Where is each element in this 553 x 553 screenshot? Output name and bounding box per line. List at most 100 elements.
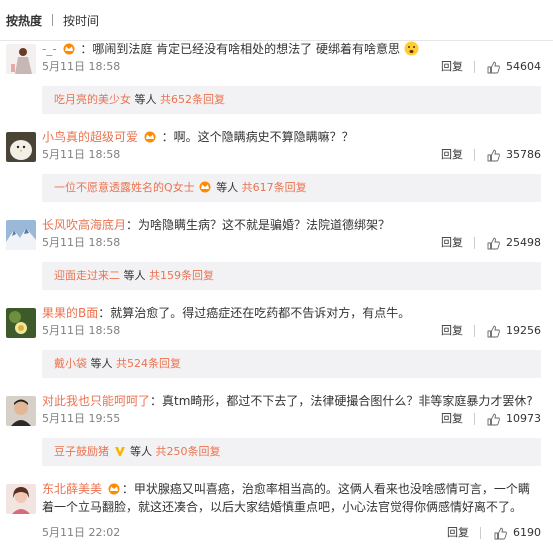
reply-user[interactable]: 吃月亮的美少女 [54, 93, 131, 106]
sort-by-time-tab[interactable]: 按时间 [63, 12, 99, 29]
comment-meta: 5月11日 18:58 回复 19256 [42, 322, 541, 340]
reply-count-link[interactable]: 共159条回复 [149, 269, 214, 282]
like-button[interactable]: 35786 [487, 146, 541, 164]
timestamp: 5月11日 22:02 [42, 526, 121, 539]
v-badge-icon [114, 440, 126, 456]
divider [474, 413, 475, 425]
emoji-icon [404, 41, 419, 56]
divider [474, 325, 475, 337]
like-count: 35786 [506, 148, 541, 161]
reply-mid-text: 等人 [126, 445, 156, 458]
like-count: 54604 [506, 60, 541, 73]
username[interactable]: -_- [42, 42, 57, 56]
avatar[interactable] [6, 44, 36, 74]
divider [474, 61, 475, 73]
comment-text-line: 东北薛美美 ：甲状腺癌又叫喜癌，治愈率相当高的。这俩人看来也没啥感情可言，一个瞒… [42, 480, 539, 516]
thumbs-up-icon [487, 237, 500, 249]
comment-item: 果果的B面：就算治愈了。得过癌症还在吃药都不告诉对方，有点牛。 5月11日 18… [0, 304, 553, 392]
like-button[interactable]: 19256 [487, 322, 541, 340]
comment-meta: 5月11日 18:58 回复 35786 [42, 146, 541, 164]
avatar[interactable] [6, 308, 36, 338]
username[interactable]: 小鸟真的超级可爱 [42, 130, 138, 144]
comment-text-line: 果果的B面：就算治愈了。得过癌症还在吃药都不告诉对方，有点牛。 [42, 304, 545, 322]
reply-button[interactable]: 回复 [441, 58, 463, 76]
divider [480, 527, 481, 539]
comment-meta: 5月11日 19:55 回复 10973 [42, 410, 541, 428]
reply-button[interactable]: 回复 [441, 146, 463, 164]
like-count: 6190 [513, 526, 541, 539]
reply-mid-text: 等人 [131, 93, 160, 106]
timestamp: 5月11日 18:58 [42, 324, 121, 337]
comment-item: 对此我也只能呵呵了：真tm畸形，都过不下去了，法律硬撮合图什么？非等家庭暴力才罢… [0, 392, 553, 480]
divider [474, 237, 475, 249]
reply-button[interactable]: 回复 [441, 234, 463, 252]
timestamp: 5月11日 18:58 [42, 60, 121, 73]
reply-button[interactable]: 回复 [447, 524, 469, 542]
comment-text-line: 对此我也只能呵呵了：真tm畸形，都过不下去了，法律硬撮合图什么？非等家庭暴力才罢… [42, 392, 545, 410]
like-button[interactable]: 10973 [487, 410, 541, 428]
vip-crown-icon [107, 482, 121, 495]
comment-text-line: -_- ：哪闹到法庭 肯定已经没有啥相处的想法了 硬绑着有啥意思 [42, 40, 545, 58]
comment-text: ：就算治愈了。得过癌症还在吃药都不告诉对方，有点牛。 [98, 306, 411, 320]
avatar[interactable] [6, 484, 36, 514]
reply-count-link[interactable]: 共617条回复 [242, 181, 307, 194]
reply-mid-text: 等人 [87, 357, 116, 370]
username[interactable]: 长风吹高海底月 [42, 218, 126, 232]
avatar[interactable] [6, 220, 36, 250]
vip-crown-icon [143, 130, 157, 143]
reply-user[interactable]: 迎面走过来二 [54, 269, 120, 282]
divider [474, 149, 475, 161]
comment-text: ：真tm畸形，都过不下去了，法律硬撮合图什么？非等家庭暴力才罢休? [150, 394, 533, 408]
username[interactable]: 对此我也只能呵呵了 [42, 394, 150, 408]
avatar[interactable] [6, 132, 36, 162]
like-button[interactable]: 25498 [487, 234, 541, 252]
comment-text: ：哪闹到法庭 肯定已经没有啥相处的想法了 硬绑着有啥意思 [80, 42, 400, 56]
comment-text-line: 小鸟真的超级可爱 ：啊。这个隐瞒病史不算隐瞒嘛？？ [42, 128, 545, 146]
reply-preview[interactable]: 戴小袋 等人 共524条回复 [42, 350, 541, 378]
reply-preview[interactable]: 一位不愿意透露姓名的Q女士 等人 共617条回复 [42, 174, 541, 202]
like-count: 19256 [506, 324, 541, 337]
reply-preview[interactable]: 吃月亮的美少女 等人 共652条回复 [42, 86, 541, 114]
reply-preview[interactable]: 豆子鼓励猪 等人 共250条回复 [42, 438, 541, 466]
timestamp: 5月11日 18:58 [42, 148, 121, 161]
timestamp: 5月11日 19:55 [42, 412, 121, 425]
reply-count-link[interactable]: 共250条回复 [156, 445, 221, 458]
comment-text-line: 长风吹高海底月：为啥隐瞒生病？这不就是骗婚？法院道德绑架？ [42, 216, 545, 234]
username[interactable]: 果果的B面 [42, 306, 98, 320]
reply-button[interactable]: 回复 [441, 322, 463, 340]
reply-button[interactable]: 回复 [441, 410, 463, 428]
reply-user[interactable]: 豆子鼓励猪 [54, 445, 109, 458]
sort-bar: 按热度 按时间 [0, 0, 553, 41]
comment-item: 小鸟真的超级可爱 ：啊。这个隐瞒病史不算隐瞒嘛？？ 5月11日 18:58 回复… [0, 128, 553, 216]
like-button[interactable]: 6190 [494, 524, 541, 542]
sort-by-hot-tab[interactable]: 按热度 [6, 12, 42, 29]
reply-mid-text: 等人 [212, 181, 242, 194]
thumbs-up-icon [487, 61, 500, 73]
comment-meta: 5月11日 22:02 回复 6190 [42, 524, 541, 542]
reply-user[interactable]: 戴小袋 [54, 357, 87, 370]
comment-meta: 5月11日 18:58 回复 54604 [42, 58, 541, 76]
avatar[interactable] [6, 396, 36, 426]
comment-item: 长风吹高海底月：为啥隐瞒生病？这不就是骗婚？法院道德绑架？ 5月11日 18:5… [0, 216, 553, 304]
reply-mid-text: 等人 [120, 269, 149, 282]
thumbs-up-icon [487, 149, 500, 161]
reply-preview[interactable]: 迎面走过来二 等人 共159条回复 [42, 262, 541, 290]
username[interactable]: 东北薛美美 [42, 482, 102, 496]
comment-text: ：为啥隐瞒生病？这不就是骗婚？法院道德绑架？ [126, 218, 391, 232]
comment-meta: 5月11日 18:58 回复 25498 [42, 234, 541, 252]
sort-divider [52, 14, 54, 26]
reply-count-link[interactable]: 共524条回复 [116, 357, 181, 370]
like-count: 10973 [506, 412, 541, 425]
vip-crown-icon [62, 42, 76, 55]
like-button[interactable]: 54604 [487, 58, 541, 76]
comment-text: ：啊。这个隐瞒病史不算隐瞒嘛？？ [161, 130, 354, 144]
reply-count-link[interactable]: 共652条回复 [160, 93, 225, 106]
thumbs-up-icon [494, 527, 507, 539]
timestamp: 5月11日 18:58 [42, 236, 121, 249]
thumbs-up-icon [487, 325, 500, 337]
comment-item: -_- ：哪闹到法庭 肯定已经没有啥相处的想法了 硬绑着有啥意思 5月11日 1… [0, 40, 553, 128]
like-count: 25498 [506, 236, 541, 249]
thumbs-up-icon [487, 413, 500, 425]
comment-item: 东北薛美美 ：甲状腺癌又叫喜癌，治愈率相当高的。这俩人看来也没啥感情可言，一个瞒… [0, 480, 553, 553]
reply-user[interactable]: 一位不愿意透露姓名的Q女士 [54, 181, 195, 194]
